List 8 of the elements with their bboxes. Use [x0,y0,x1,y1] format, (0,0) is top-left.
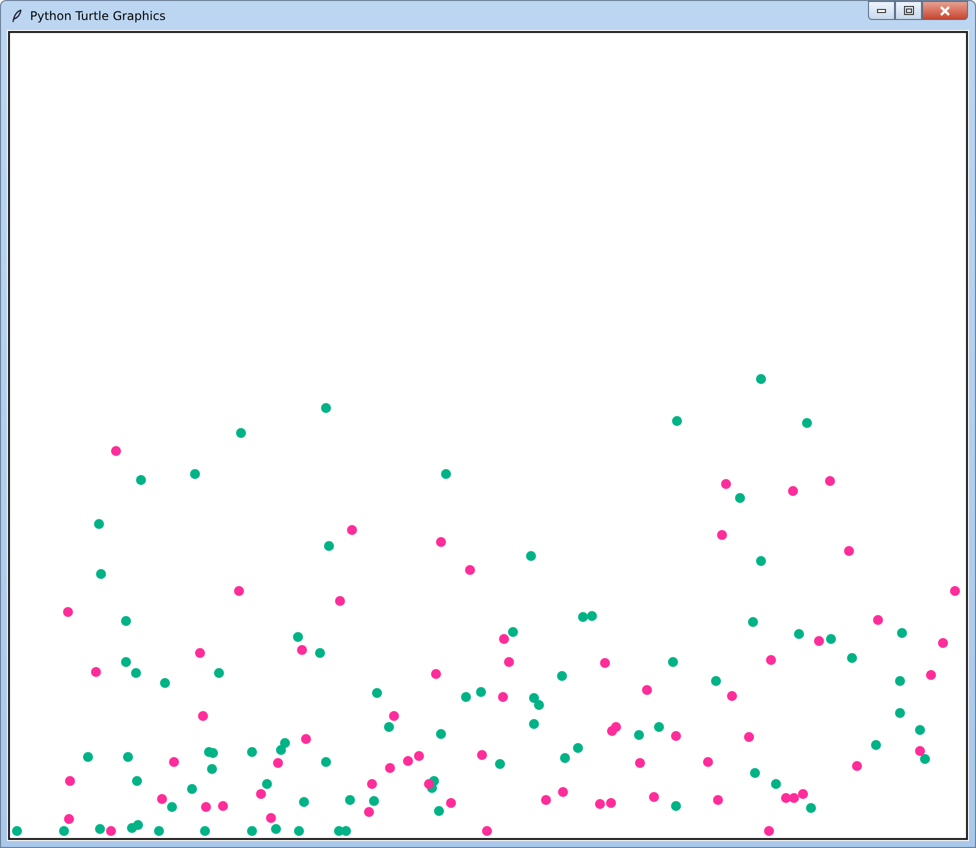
minimize-icon [877,8,886,12]
close-button[interactable] [922,1,968,20]
window-title: Python Turtle Graphics [30,9,166,23]
close-icon [939,6,951,16]
minimize-button[interactable] [868,1,895,20]
maximize-button[interactable] [895,1,922,20]
maximize-icon [904,6,914,15]
feather-icon [12,9,22,23]
